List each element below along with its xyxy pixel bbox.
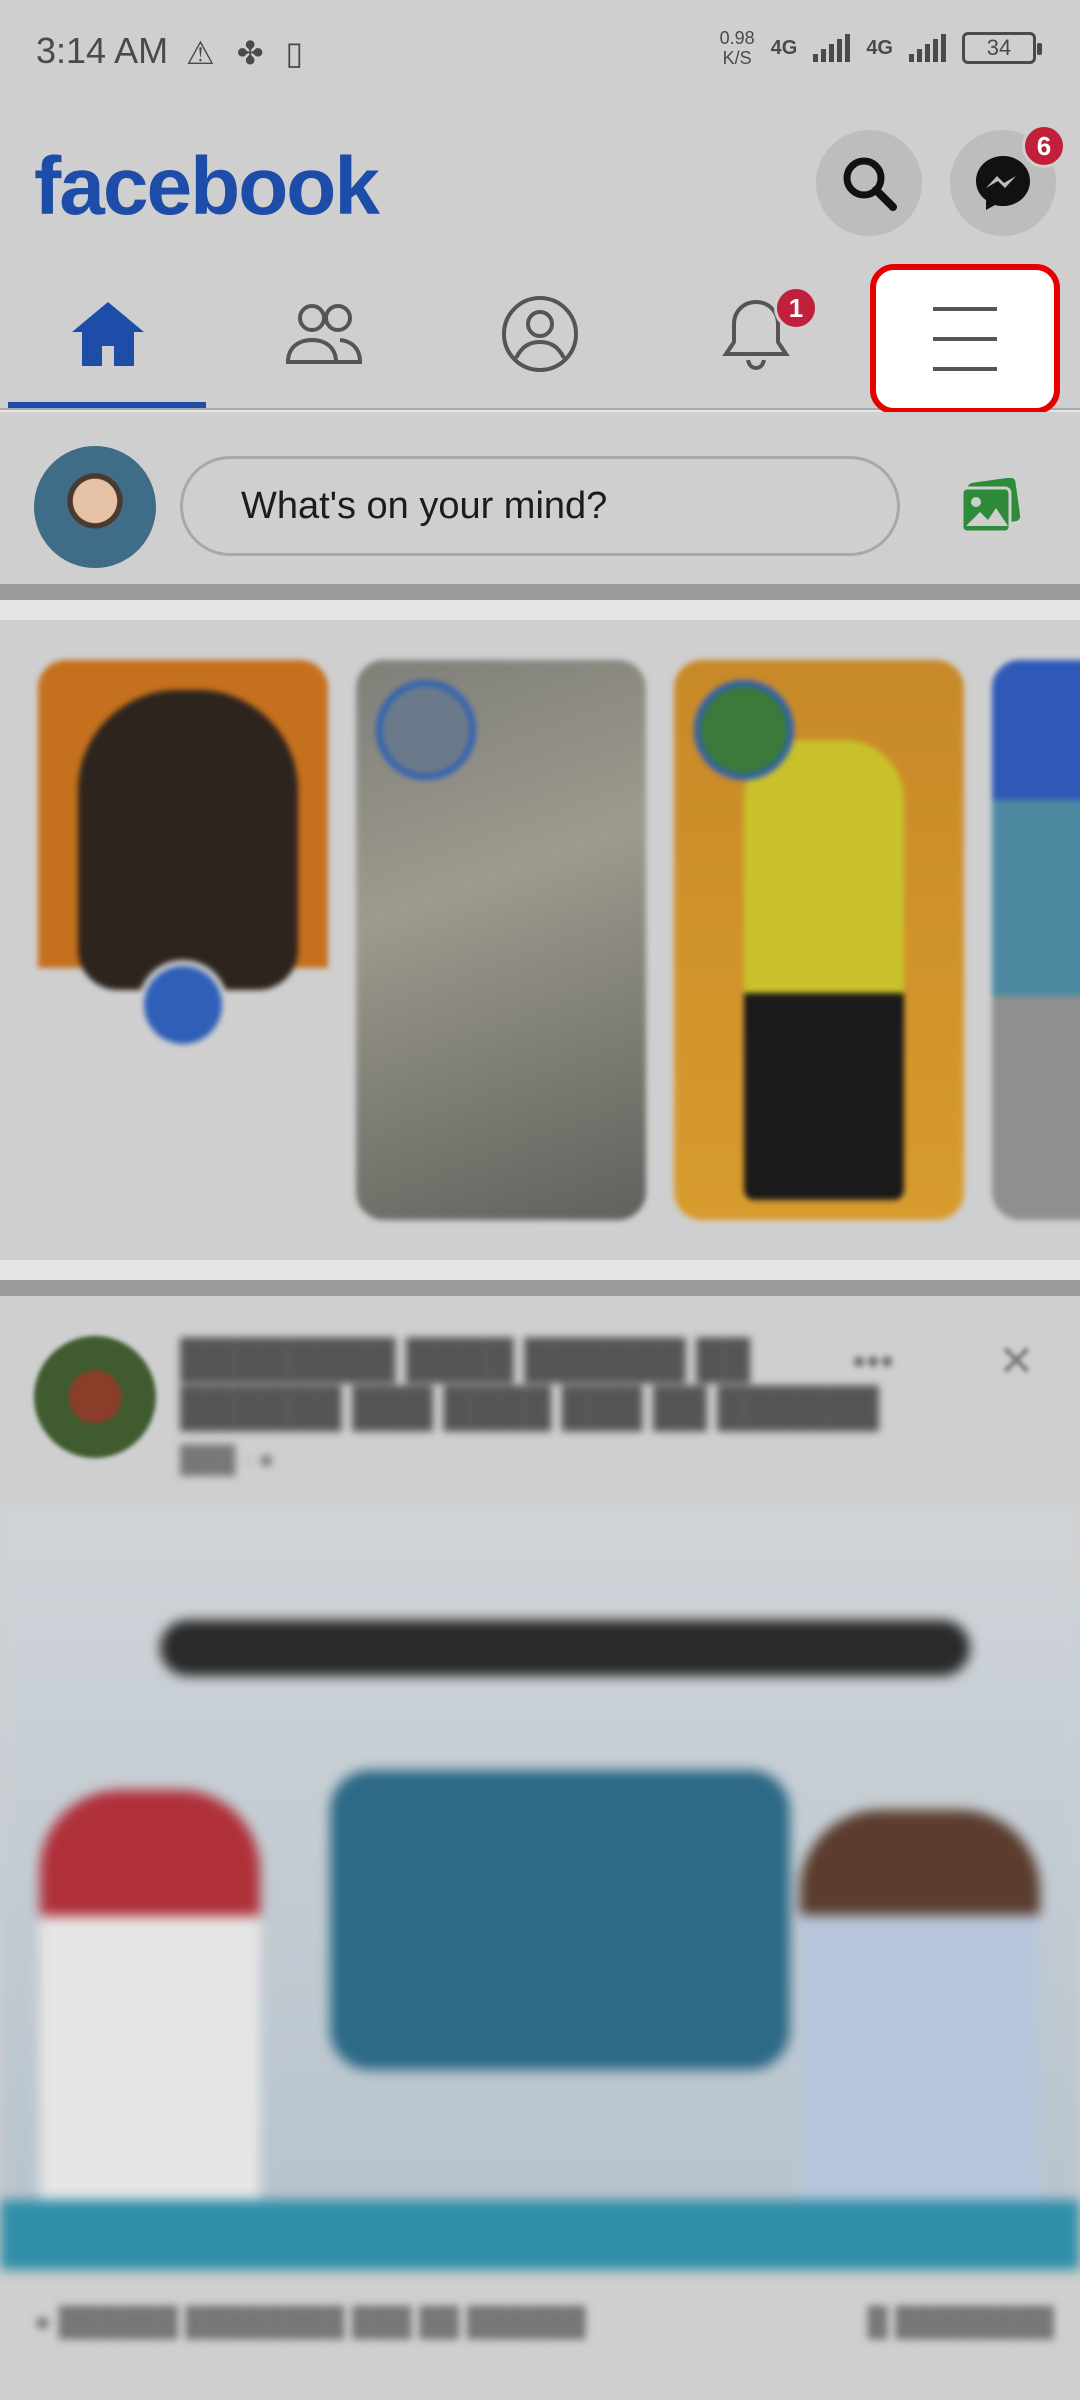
story-image [744,740,904,1200]
status-bar: 3:14 AM ⚠ ✤ ▯ 0.98 K/S 4G 4G 34 [0,0,1080,110]
network-type-2: 4G [866,36,893,59]
warning-icon: ⚠ [186,35,215,71]
battery-level: 34 [986,35,1012,60]
facebook-logo: facebook [34,141,380,232]
network-speed-unit: K/S [722,48,752,68]
feed-post: ████████ ████ ██████ ██ ██████ ███ ████ … [0,1280,1080,2400]
home-icon [72,302,144,366]
close-icon[interactable]: ✕ [998,1336,1035,1387]
search-button[interactable] [816,130,922,236]
battery-icon: 34 [962,32,1042,64]
search-icon [843,157,897,211]
post-reactions[interactable]: ● ██████ ████████ ███ ██ ██████ █ ██████… [34,2306,1054,2338]
app-header: facebook 6 [0,110,1080,260]
story-avatar [694,680,794,780]
messenger-icon [976,156,1030,210]
photo-icon [960,477,1021,534]
status-time: 3:14 AM [36,30,169,71]
status-right: 0.98 K/S 4G 4G 34 [720,28,1042,68]
notification-badge: 1 [774,286,818,330]
story-card[interactable] [674,660,964,1220]
fan-icon: ✤ [236,35,264,71]
status-icons-left: ⚠ ✤ ▯ [186,34,303,72]
plus-icon [138,960,228,1050]
signal-icon [909,34,946,62]
tab-profile[interactable] [440,260,640,408]
network-type-1: 4G [770,36,798,59]
hamburger-menu-icon [933,307,997,371]
tab-friends[interactable] [224,260,424,408]
nav-bar: 1 [0,260,1080,414]
tab-menu[interactable] [870,264,1060,414]
more-options-icon[interactable]: ••• [852,1340,894,1385]
profile-icon [502,296,578,372]
clipboard-icon: ▯ [285,35,304,71]
post-image[interactable] [0,1510,1080,2270]
messenger-badge: 6 [1022,124,1066,168]
signal-icon [813,34,851,62]
story-card-create[interactable] [38,660,328,1220]
tab-home[interactable] [8,260,208,408]
post-author-avatar[interactable] [34,1336,156,1458]
network-speed: 0.98 K/S [720,28,755,68]
friends-icon [285,304,363,364]
post-timestamp: ███ · ● [180,1444,275,1474]
network-speed-value: 0.98 [719,28,755,48]
tab-notifications[interactable]: 1 [656,260,856,408]
story-image [78,690,298,990]
messenger-button[interactable]: 6 [950,124,1066,236]
stories-carousel[interactable] [0,620,1080,1260]
avatar[interactable] [34,446,156,568]
post-composer: What's on your mind? [0,412,1080,600]
story-card[interactable] [356,660,646,1220]
post-author[interactable]: ████████ ████ ██████ ██ ██████ ███ ████ … [180,1336,880,1432]
story-avatar [376,680,476,780]
active-tab-indicator [8,402,206,408]
status-input[interactable]: What's on your mind? [180,456,900,556]
story-card[interactable] [992,660,1080,1220]
photo-button[interactable] [958,477,1022,536]
